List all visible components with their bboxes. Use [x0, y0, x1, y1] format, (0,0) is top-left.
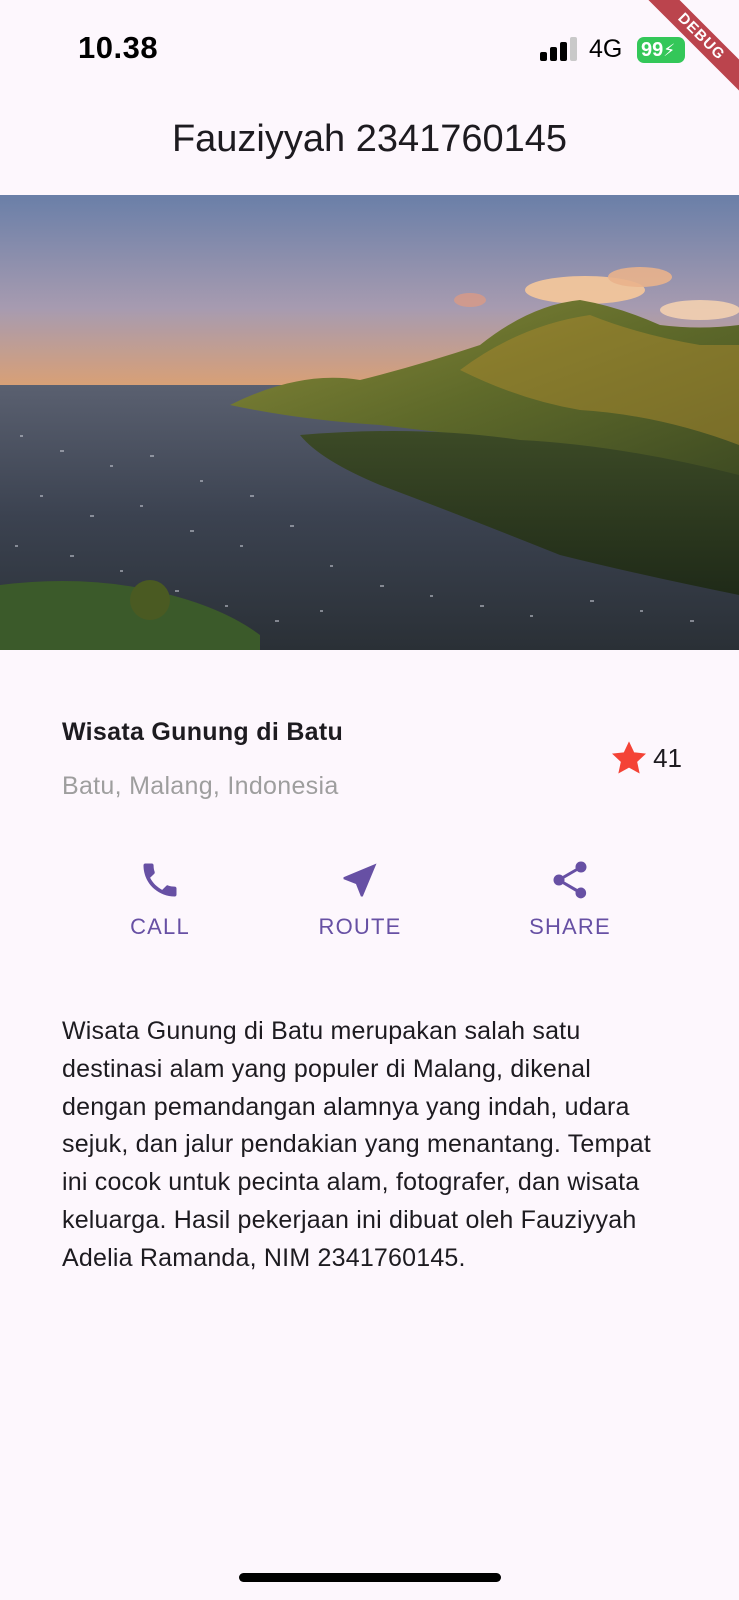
battery-level: 99	[641, 39, 664, 61]
status-time: 10.38	[78, 30, 159, 65]
battery-icon: 99⚡	[637, 37, 685, 63]
phone-icon	[143, 863, 177, 897]
home-indicator[interactable]	[239, 1573, 501, 1582]
button-section: CALL ROUTE SHARE	[0, 858, 739, 958]
hero-image	[0, 195, 739, 650]
near-me-icon	[343, 863, 377, 897]
charging-bolt-icon: ⚡	[663, 41, 676, 60]
description-text: Wisata Gunung di Batu merupakan salah sa…	[62, 1017, 651, 1272]
route-label: ROUTE	[318, 914, 402, 939]
app-bar-title: Fauziyyah 2341760145	[171, 118, 568, 160]
place-name: Wisata Gunung di Batu	[62, 718, 344, 746]
share-button[interactable]: SHARE	[490, 858, 650, 940]
share-icon	[553, 861, 587, 899]
title-section: Wisata Gunung di Batu Batu, Malang, Indo…	[62, 712, 682, 802]
network-type: 4G	[589, 35, 623, 63]
app-screen: 10.38 4G 99⚡ DEBUG Fauziyyah 2341760145	[0, 0, 739, 1600]
call-button[interactable]: CALL	[80, 858, 240, 940]
share-label: SHARE	[529, 914, 611, 939]
route-button[interactable]: ROUTE	[280, 858, 440, 940]
mountain-landscape-photo	[0, 195, 739, 650]
call-label: CALL	[130, 914, 190, 939]
star-icon	[612, 741, 647, 774]
rating-value: 41	[653, 742, 682, 773]
rating: 41	[609, 738, 682, 778]
status-bar: 10.38 4G 99⚡	[0, 0, 739, 100]
signal-icon	[540, 37, 578, 61]
place-location: Batu, Malang, Indonesia	[62, 772, 339, 800]
